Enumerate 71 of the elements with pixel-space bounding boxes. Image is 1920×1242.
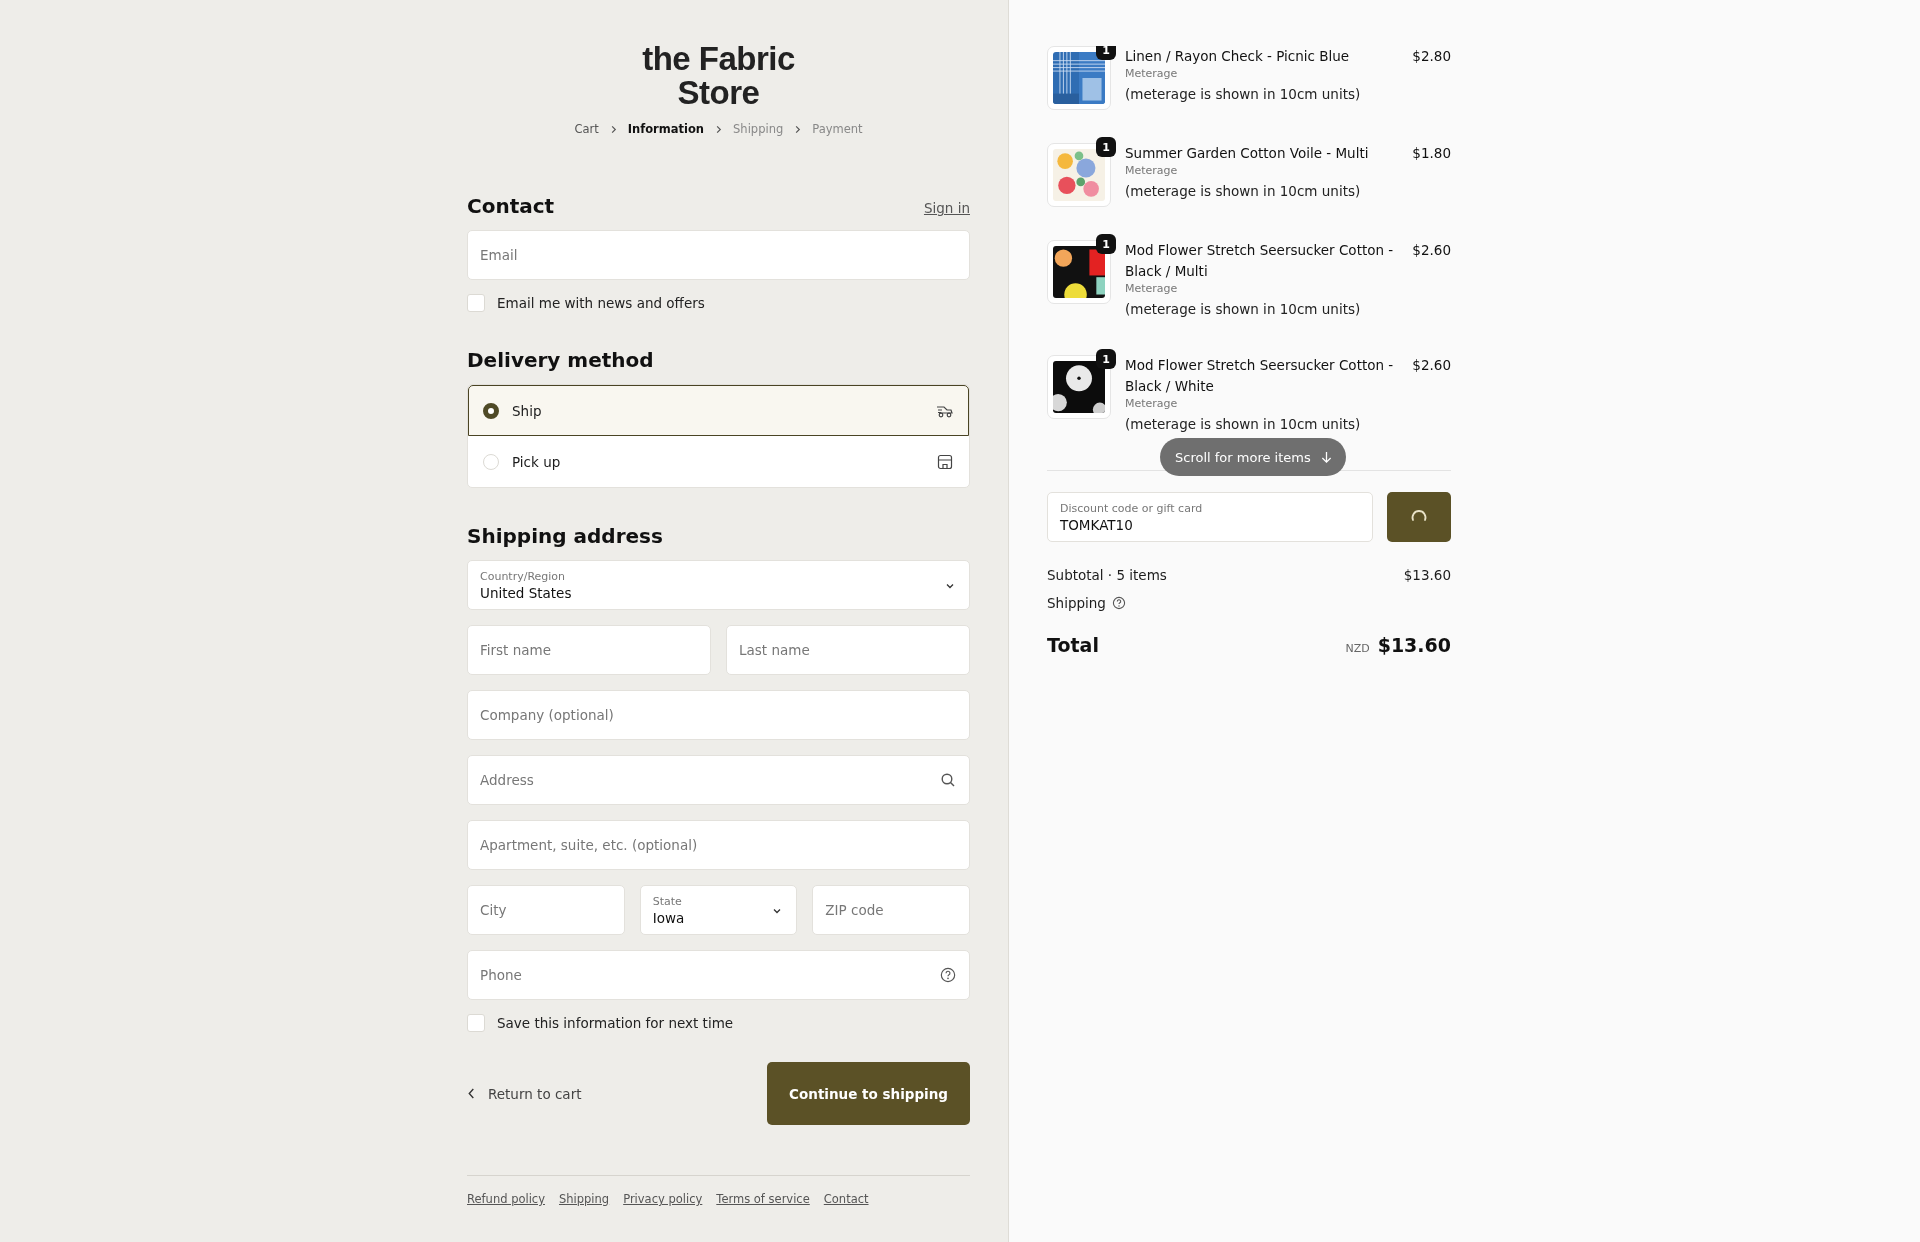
address-field[interactable]: Address [467, 755, 970, 805]
quantity-badge: 1 [1096, 349, 1116, 369]
total-label: Total [1047, 634, 1099, 656]
search-icon[interactable] [940, 772, 956, 788]
product-note: (meterage is shown in 10cm units) [1125, 300, 1362, 319]
total-value: $13.60 [1377, 634, 1451, 656]
input-field[interactable]: City [467, 885, 625, 935]
chevron-left-icon [467, 1087, 476, 1100]
store-logo[interactable]: the Fabric Store [642, 42, 795, 110]
footer-link[interactable]: Privacy policy [623, 1192, 703, 1206]
quantity-badge: 1 [1096, 234, 1116, 254]
shipping-label: Shipping [1047, 595, 1106, 611]
product-variant: Meterage [1125, 164, 1179, 178]
product-note: (meterage is shown in 10cm units) [1125, 182, 1362, 201]
chevron-right-icon [793, 124, 803, 134]
input-field[interactable]: Last name [726, 625, 970, 675]
subtotal-value: $13.60 [1403, 567, 1451, 583]
input-field[interactable]: Apartment, suite, etc. (optional) [467, 820, 970, 870]
store-icon [936, 453, 954, 470]
product-variant: Meterage [1125, 397, 1179, 411]
footer-link[interactable]: Refund policy [467, 1192, 545, 1206]
discount-field[interactable]: Discount code or gift card TOMKAT10 [1047, 492, 1373, 542]
sign-in-link[interactable]: Sign in [923, 200, 970, 216]
email-field[interactable]: Email [467, 230, 970, 280]
chevron-down-icon [772, 906, 783, 916]
section-heading: Shipping address [467, 524, 664, 548]
product-price: $2.60 [1412, 241, 1451, 260]
input-field[interactable]: First name [467, 625, 711, 675]
product-title: Mod Flower Stretch Seersucker Cotton - Black / Multi [1125, 241, 1395, 281]
checkbox[interactable] [467, 1014, 485, 1032]
breadcrumb-step[interactable]: Information [627, 122, 705, 136]
section-heading: Contact [467, 194, 555, 218]
checkbox-label: Save this information for next time [497, 1015, 734, 1031]
delivery-option[interactable]: Pick up [468, 436, 969, 487]
help-icon[interactable] [1111, 596, 1126, 610]
select-field[interactable]: State Iowa [639, 885, 798, 935]
subtotal-label: Subtotal · 5 items [1047, 567, 1167, 583]
chevron-right-icon [714, 124, 724, 134]
product-variant: Meterage [1125, 67, 1179, 81]
breadcrumb-step[interactable]: Cart [574, 122, 599, 136]
return-to-cart-link[interactable]: Return to cart [467, 1085, 582, 1102]
chevron-down-icon [945, 581, 955, 591]
product-variant: Meterage [1125, 282, 1179, 296]
arrow-down-icon [1320, 450, 1332, 464]
product-title: Linen / Rayon Check - Picnic Blue [1125, 47, 1351, 66]
footer-link[interactable]: Terms of service [716, 1192, 810, 1206]
product-price: $2.80 [1412, 47, 1451, 66]
select-field[interactable]: Country/Region United States [467, 560, 970, 610]
input-field[interactable]: ZIP code [812, 885, 970, 935]
section-heading: Delivery method [467, 348, 655, 372]
product-price: $2.60 [1412, 356, 1451, 375]
checkbox[interactable] [467, 294, 485, 312]
footer-link[interactable]: Shipping [559, 1192, 610, 1206]
quantity-badge: 1 [1096, 137, 1116, 157]
product-title: Mod Flower Stretch Seersucker Cotton - Black / White [1125, 356, 1395, 396]
continue-button[interactable]: Continue to shipping [767, 1062, 970, 1125]
radio-button[interactable] [483, 402, 499, 419]
help-icon[interactable] [940, 967, 956, 983]
product-title: Summer Garden Cotton Voile - Multi [1125, 144, 1370, 163]
currency-code: NZD [1345, 642, 1370, 655]
product-note: (meterage is shown in 10cm units) [1125, 415, 1362, 434]
phone-field[interactable]: Phone [467, 950, 970, 1000]
input-field[interactable]: Company (optional) [467, 690, 970, 740]
checkbox-label: Email me with news and offers [497, 295, 705, 311]
delivery-option[interactable]: Ship [468, 385, 969, 436]
quantity-badge: 1 [1096, 46, 1116, 60]
product-price: $1.80 [1412, 144, 1451, 163]
scroll-hint-button[interactable]: Scroll for more items [1160, 438, 1346, 476]
footer-link[interactable]: Contact [823, 1192, 869, 1206]
product-note: (meterage is shown in 10cm units) [1125, 85, 1362, 104]
apply-button[interactable] [1387, 492, 1451, 542]
